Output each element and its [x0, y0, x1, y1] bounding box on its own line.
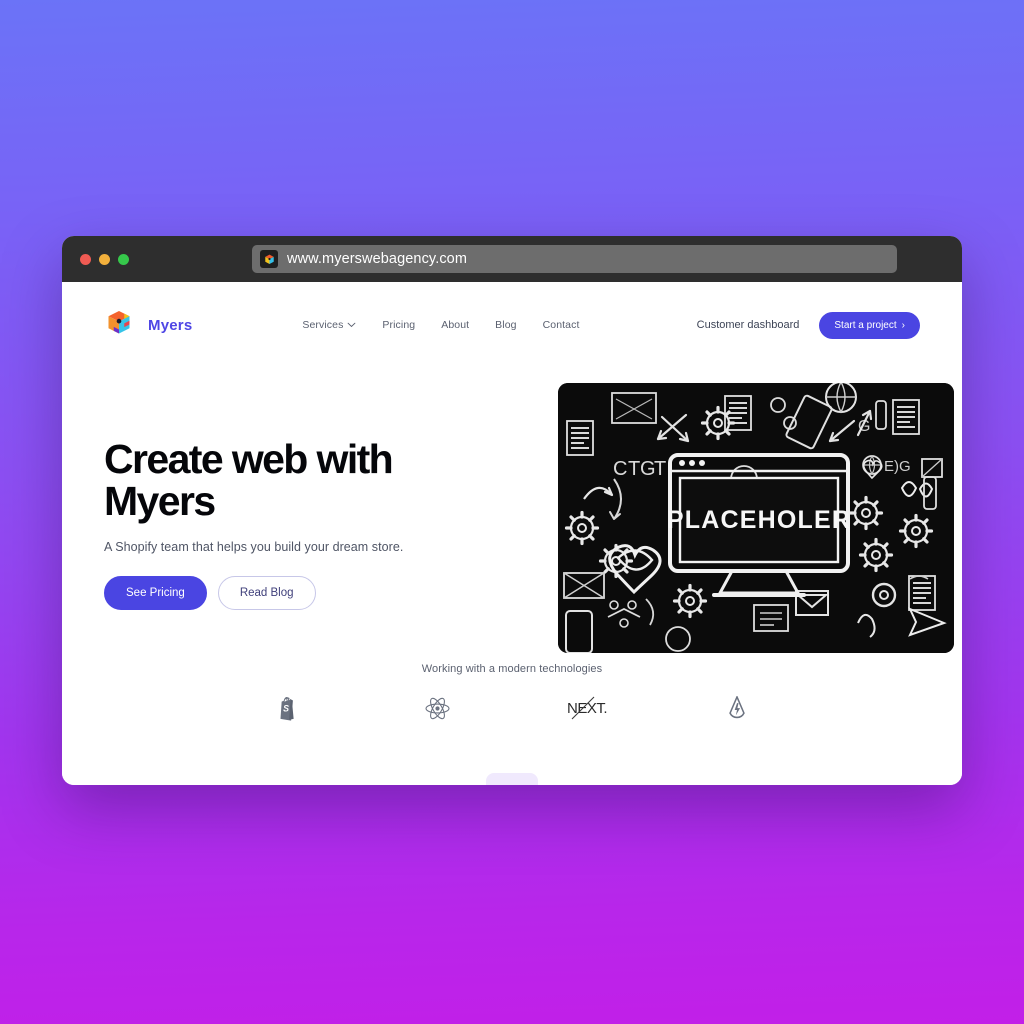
nav-item-blog[interactable]: Blog [495, 319, 516, 331]
page-scroll-nub [486, 773, 538, 785]
chevron-down-icon [347, 322, 356, 330]
svg-text:S: S [283, 703, 289, 713]
nav-item-about[interactable]: About [441, 319, 469, 331]
isometric-cube-logo [104, 308, 134, 343]
start-a-project-label: Start a project [834, 319, 897, 331]
react-logo [362, 691, 512, 725]
astro-logo [662, 691, 812, 725]
svg-text:E)G: E)G [884, 458, 911, 475]
technologies-section: Working with a modern technologies S NEX… [62, 663, 962, 725]
cube-favicon [260, 250, 278, 268]
svg-text:T: T [628, 458, 640, 480]
customer-dashboard-link[interactable]: Customer dashboard [697, 319, 800, 331]
website-page: Myers Services Pricing About Blog Contac… [62, 282, 962, 785]
see-pricing-button[interactable]: See Pricing [104, 575, 207, 610]
hero-copy: Create web with Myers A Shopify team tha… [104, 383, 534, 653]
nextjs-logo: NEXT. [512, 691, 662, 725]
svg-text:G: G [858, 418, 870, 435]
hero-buttons: See Pricing Read Blog [104, 575, 534, 610]
browser-chrome-bar: www.myerswebagency.com [62, 236, 962, 282]
shopify-logo: S [212, 691, 362, 725]
hero-media: C T G T G E)G PLACEHOLER [558, 383, 954, 653]
header-actions: Customer dashboard Start a project › [697, 311, 920, 339]
hero-image-screen-text: PLACEHOLER [667, 506, 851, 534]
hero-subtitle: A Shopify team that helps you build your… [104, 539, 404, 554]
read-blog-button[interactable]: Read Blog [217, 575, 316, 610]
brand-logo-group[interactable]: Myers [104, 308, 192, 343]
page-title: Create web with Myers [104, 436, 534, 524]
technologies-caption: Working with a modern technologies [421, 663, 603, 675]
close-window-button[interactable] [80, 253, 91, 265]
svg-text:C: C [613, 458, 627, 480]
nav-item-services-label: Services [302, 319, 344, 331]
maximize-window-button[interactable] [118, 253, 129, 265]
nav-item-pricing[interactable]: Pricing [382, 319, 415, 331]
chalkboard-doodle-hero-image: C T G T G E)G PLACEHOLER [558, 383, 954, 653]
chevron-right-icon: › [901, 319, 905, 331]
window-traffic-lights [80, 253, 129, 265]
brand-name: Myers [148, 316, 193, 334]
primary-navigation: Services Pricing About Blog Contact [302, 319, 579, 331]
nav-item-services[interactable]: Services [302, 319, 356, 331]
nav-item-contact[interactable]: Contact [543, 319, 580, 331]
hero-section: Create web with Myers A Shopify team tha… [62, 368, 962, 653]
start-a-project-button[interactable]: Start a project › [819, 311, 920, 339]
nextjs-logo-label: NEXT. [566, 699, 608, 717]
address-bar[interactable]: www.myerswebagency.com [252, 245, 897, 273]
technologies-logo-row: S NEXT. [62, 691, 962, 725]
minimize-window-button[interactable] [99, 253, 110, 265]
site-header: Myers Services Pricing About Blog Contac… [62, 282, 962, 368]
hero-title-line-1: Create web with [104, 436, 394, 482]
browser-window: www.myerswebagency.com Myers Services Pr… [62, 236, 962, 785]
svg-text:T: T [654, 458, 666, 480]
url-text: www.myerswebagency.com [287, 251, 468, 267]
hero-title-line-2: Myers [104, 477, 216, 524]
